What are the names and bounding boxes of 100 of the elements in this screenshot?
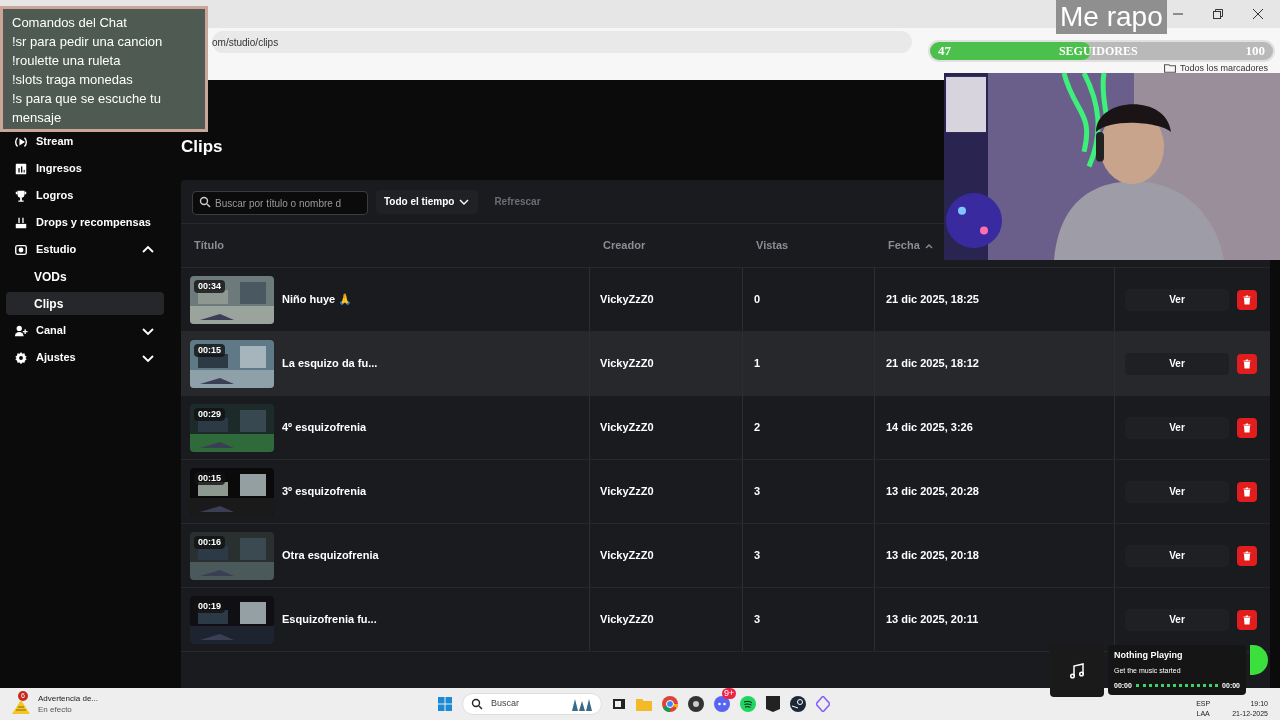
search-field[interactable]: Buscar por título o nombre d [192,191,368,215]
start-icon[interactable] [438,697,452,711]
clip-title: La esquizo da fu... [282,356,378,372]
sidebar-item[interactable]: Ajustes [6,346,164,369]
camera-icon [14,242,28,257]
creator-cell-text: VickyZzZ0 [600,484,654,500]
delete-button[interactable] [1237,609,1257,630]
date-cell-text: 13 dic 2025, 20:28 [886,484,979,500]
sidebar-label: Ajustes [36,350,77,366]
date-cell-text: 13 dic 2025, 20:11 [886,612,979,628]
notification-count: 9+ [722,688,737,699]
view-button[interactable]: Ver [1125,416,1229,439]
date-cell-text: 21 dic 2025, 18:12 [886,356,979,372]
period-dropdown[interactable]: Todo el tiempo [376,189,479,214]
views-cell-text: 2 [754,420,761,436]
sidebar-label: Ingresos [36,161,83,177]
views-cell-text: 3 [754,612,761,628]
sidebar-label: Drops y recompensas [36,215,152,231]
date-cell-text: 14 dic 2025, 3:26 [886,420,973,436]
page-title: Clips [181,136,224,158]
delete-button[interactable] [1237,289,1257,310]
view-button[interactable]: Ver [1125,288,1229,311]
creator-cell-text: VickyZzZ0 [600,548,654,564]
column-header[interactable]: Vistas [756,237,789,254]
search-icon [471,698,483,710]
sidebar-item[interactable]: Drops y recompensas [6,211,164,234]
view-button[interactable]: Ver [1125,480,1229,503]
steam-icon[interactable] [790,696,806,712]
music-app-icon[interactable] [740,696,756,712]
column-header[interactable]: Fecha [888,237,920,254]
person-icon [14,323,28,338]
diamond-icon[interactable] [816,696,830,712]
clip-title: 3º esquizofrenia [282,484,367,500]
command-line: !sr para pedir una cancion [12,33,164,51]
sidebar-label: Estudio [36,242,78,258]
trash-icon [1242,358,1252,369]
restore-icon[interactable] [1212,8,1224,20]
sidebar-label: Logros [36,188,75,204]
sidebar-label: Stream [36,134,75,150]
music-note-icon [1069,663,1085,679]
clip-title: 4º esquizofrenia [282,420,367,436]
command-line: !s para que se escuche tu mensaje [12,90,162,127]
command-line: !slots traga monedas [12,71,134,89]
view-button[interactable]: Ver [1125,352,1229,375]
browser-icon[interactable] [662,696,678,712]
date-cell-text: 21 dic 2025, 18:25 [886,292,979,308]
record-icon[interactable] [688,696,704,712]
view-button[interactable]: Ver [1125,544,1229,567]
chat-app-icon[interactable] [714,696,730,712]
views-cell-text: 0 [754,292,761,308]
sidebar-item[interactable]: Stream [6,130,164,153]
table-row[interactable]: 00:15 La esquizo da fu... VickyZzZ0 1 21 dic 2025, 18:12 Ver [181,332,1270,396]
delete-button[interactable] [1237,417,1257,438]
trophy-icon [14,188,28,203]
clip-title: Esquizofrenia fu... [282,612,377,628]
delete-button[interactable] [1237,545,1257,566]
taskbar-search[interactable]: Buscar [462,693,602,715]
delete-button[interactable] [1237,481,1257,502]
close-icon[interactable] [1252,8,1264,20]
sidebar-subitem[interactable]: Clips [6,292,164,315]
clip-title: Otra esquizofrenia [282,548,379,564]
views-cell-text: 3 [754,548,761,564]
column-header[interactable]: Título [194,237,224,254]
search-placeholder: Buscar [491,697,520,711]
table-row[interactable]: 00:29 4º esquizofrenia VickyZzZ0 2 14 dic 2025, 3:26 Ver [181,396,1270,460]
sidebar-item[interactable]: Ingresos [6,157,164,180]
clip-title: Niño huye 🙏 [282,292,353,308]
command-line: !roulette una ruleta [12,52,122,70]
gift-icon [14,215,28,230]
view-button[interactable]: Ver [1125,608,1229,631]
sidebar-label: Canal [36,323,67,339]
sidebar-subitem[interactable]: VODs [6,265,164,288]
chart-icon [14,161,28,176]
sidebar-item[interactable]: Estudio [6,238,164,261]
address-bar[interactable]: om/studio/clips [212,31,912,53]
creator-cell-text: VickyZzZ0 [600,356,654,372]
trash-icon [1242,486,1252,497]
panel-title: Comandos del Chat [12,14,128,32]
creator-cell-text: VickyZzZ0 [600,420,654,436]
views-cell-text: 3 [754,484,761,500]
views-cell-text: 1 [754,356,761,372]
weather-title[interactable]: Advertencia de... [38,693,438,704]
weather-subtitle: En efecto [38,704,73,715]
sidebar-item[interactable]: Canal [6,319,164,342]
settings-icon [14,350,28,365]
followers-count: 47 [938,42,951,60]
table-row[interactable]: 00:15 3º esquizofrenia VickyZzZ0 3 13 dic 2025, 20:28 Ver [181,460,1270,524]
trash-icon [1242,294,1252,305]
table-row[interactable]: 00:16 Otra esquizofrenia VickyZzZ0 3 13 dic 2025, 20:18 Ver [181,524,1270,588]
stream-caption: Me rapo [1056,0,1167,34]
date-cell-text: 13 dic 2025, 20:18 [886,548,979,564]
creator-cell-text: VickyZzZ0 [600,612,654,628]
trash-icon [1242,614,1252,625]
column-header[interactable]: Creador [603,237,646,254]
music-badge [1250,645,1268,675]
folder-icon [1163,64,1176,73]
delete-button[interactable] [1237,353,1257,374]
sidebar-item[interactable]: Logros [6,184,164,207]
window-icon[interactable] [612,697,626,711]
bookmark-link[interactable]: Todos los marcadores [1179,63,1268,73]
